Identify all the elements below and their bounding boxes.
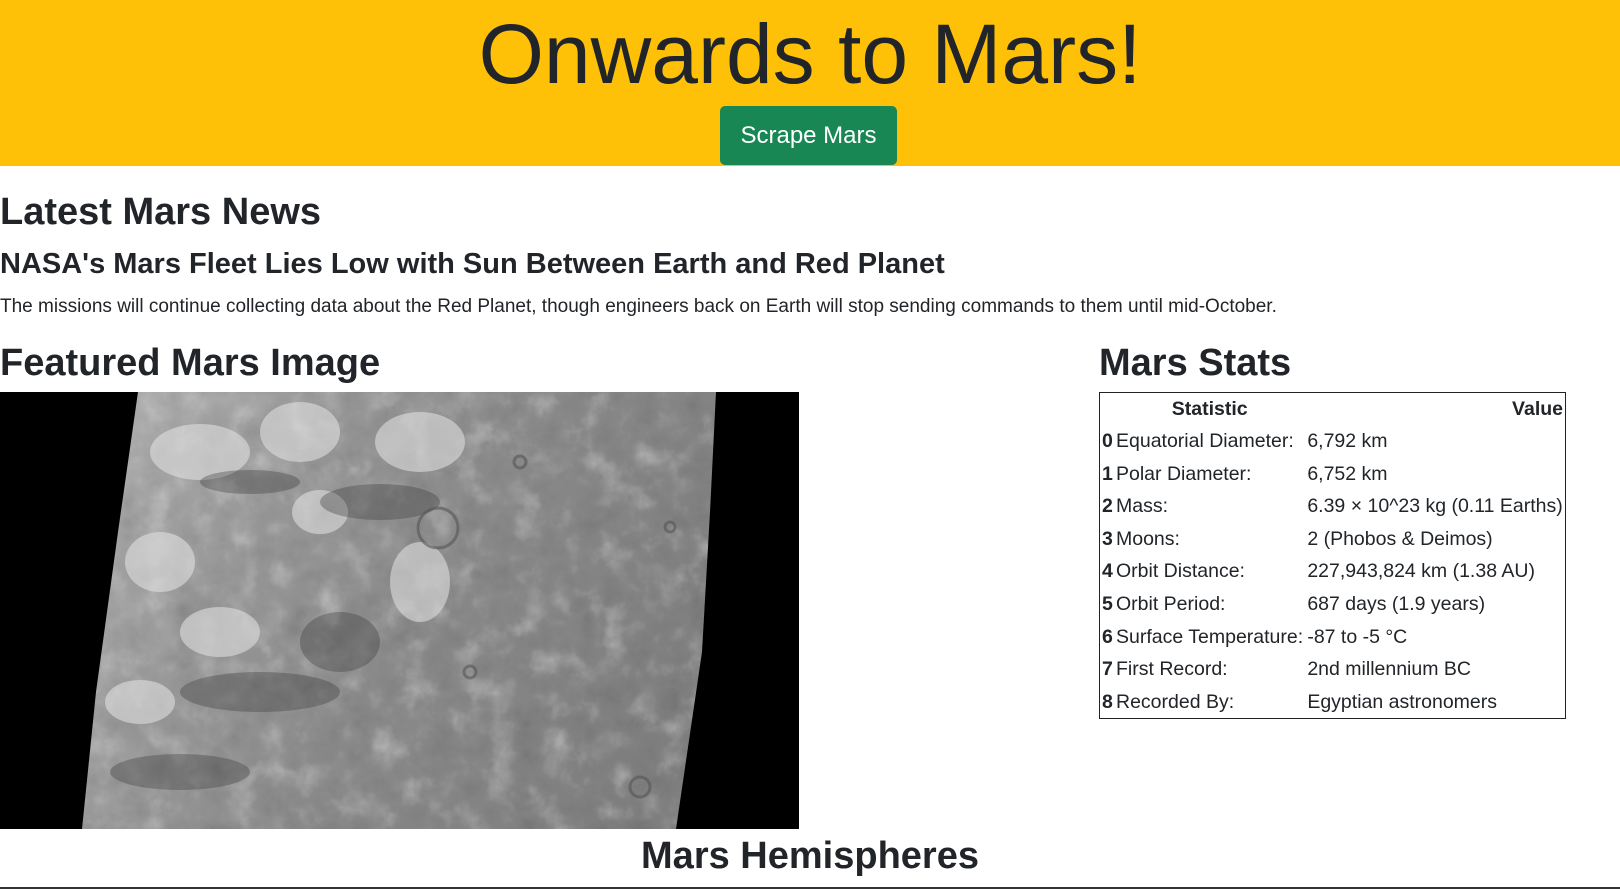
row-statistic: Equatorial Diameter: — [1116, 430, 1294, 453]
table-row: 0 Equatorial Diameter: 6,792 km — [1100, 425, 1566, 458]
table-row: 6 Surface Temperature: -87 to -5 °C — [1100, 620, 1566, 653]
featured-mars-image — [0, 392, 799, 829]
value-header: Value — [1512, 398, 1563, 420]
row-index: 7 — [1102, 658, 1113, 681]
statistic-header: Statistic — [1171, 398, 1248, 420]
row-value: 2 (Phobos & Deimos) — [1307, 527, 1493, 550]
row-value: -87 to -5 °C — [1307, 625, 1408, 648]
row-statistic: Mass: — [1116, 495, 1169, 518]
table-row: 2 Mass: 6.39 × 10^23 kg (0.11 Earths) — [1100, 490, 1566, 523]
mars-stats-table: Statistic Value 0 Equatorial Diameter: 6… — [1099, 392, 1566, 719]
news-paragraph: The missions will continue collecting da… — [0, 296, 1277, 317]
row-value: 687 days (1.9 years) — [1307, 593, 1486, 615]
row-statistic: Moons: — [1116, 527, 1180, 550]
scrape-mars-button[interactable]: Scrape Mars — [720, 106, 897, 165]
row-index: 8 — [1102, 690, 1113, 713]
latest-news-heading: Latest Mars News — [0, 191, 322, 233]
featured-image-heading: Featured Mars Image — [0, 342, 381, 384]
row-value: 6.39 × 10^23 kg (0.11 Earths) — [1307, 495, 1563, 518]
row-statistic: Surface Temperature: — [1116, 625, 1304, 648]
index-header — [1100, 393, 1115, 426]
news-title: NASA's Mars Fleet Lies Low with Sun Betw… — [0, 248, 945, 280]
table-row: 4 Orbit Distance: 227,943,824 km (1.38 A… — [1100, 555, 1566, 588]
row-index: 5 — [1102, 593, 1113, 615]
row-index: 2 — [1102, 495, 1113, 518]
table-row: 1 Polar Diameter: 6,752 km — [1100, 458, 1566, 491]
row-value: Egyptian astronomers — [1307, 690, 1498, 713]
row-statistic: Polar Diameter: — [1116, 462, 1252, 485]
table-row: 3 Moons: 2 (Phobos & Deimos) — [1100, 523, 1566, 556]
row-statistic: First Record: — [1116, 658, 1228, 681]
hemispheres-heading: Mars Hemispheres — [641, 835, 979, 877]
row-statistic: Orbit Period: — [1116, 593, 1226, 615]
table-row: 5 Orbit Period: 687 days (1.9 years) — [1100, 588, 1566, 621]
mars-stats-heading: Mars Stats — [1099, 342, 1292, 384]
row-index: 6 — [1102, 625, 1113, 648]
row-value: 2nd millennium BC — [1307, 658, 1471, 681]
table-header-row: Statistic Value — [1100, 393, 1566, 426]
row-index: 4 — [1102, 560, 1113, 583]
table-row: 8 Recorded By: Egyptian astronomers — [1100, 685, 1566, 718]
row-value: 227,943,824 km (1.38 AU) — [1307, 560, 1535, 583]
row-index: 3 — [1102, 527, 1113, 550]
section-divider — [0, 887, 1620, 889]
page-title: Onwards to Mars! — [478, 7, 1142, 101]
row-index: 0 — [1102, 430, 1113, 453]
row-value: 6,752 km — [1307, 462, 1388, 485]
row-value: 6,792 km — [1307, 430, 1388, 453]
row-index: 1 — [1102, 462, 1113, 485]
table-row: 7 First Record: 2nd millennium BC — [1100, 653, 1566, 686]
row-statistic: Orbit Distance: — [1116, 560, 1245, 583]
jumbotron-header: Onwards to Mars! Scrape Mars — [0, 0, 1620, 166]
row-statistic: Recorded By: — [1116, 690, 1235, 713]
